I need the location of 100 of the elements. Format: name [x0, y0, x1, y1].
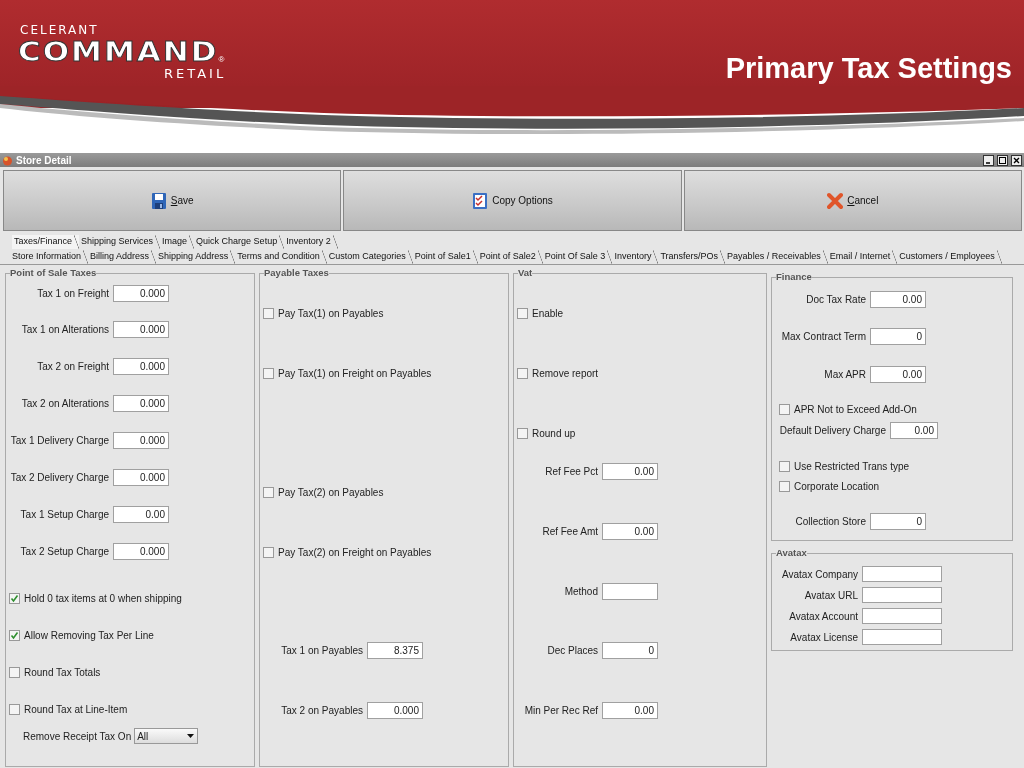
input-field[interactable]: 0.00	[602, 522, 658, 540]
checkbox[interactable]	[263, 486, 274, 498]
tab[interactable]: Point of Sale1	[412, 250, 478, 264]
checkbox[interactable]	[779, 460, 790, 472]
checkbox[interactable]	[9, 666, 20, 678]
toolbar-button[interactable]: Cancel	[683, 170, 1022, 231]
field-label: Doc Tax Rate	[805, 293, 866, 305]
checkbox[interactable]	[517, 427, 528, 439]
toolbar-button[interactable]: Save	[3, 170, 342, 231]
tab[interactable]: Store Information	[10, 250, 89, 264]
input-field[interactable]: 0.000	[113, 284, 169, 302]
input-field[interactable]: 0.00	[113, 505, 169, 523]
field-label: Tax 2 Delivery Charge	[9, 471, 109, 483]
checkbox[interactable]	[263, 307, 274, 319]
logo-text: RETAIL	[164, 67, 227, 81]
close-icon[interactable]	[1011, 154, 1022, 166]
logo-text: COMMAND	[18, 39, 219, 65]
checkbox-label: Use Restricted Trans type	[794, 460, 910, 472]
checkbox-label: Round up	[532, 427, 576, 439]
checkbox[interactable]	[9, 592, 20, 604]
field-label: Avatax License	[789, 631, 858, 643]
field-label: Max Contract Term	[780, 330, 866, 342]
window-title: Store Detail	[16, 154, 73, 166]
checkbox[interactable]	[9, 629, 20, 641]
input-field[interactable]	[862, 608, 942, 624]
field-label: Default Delivery Charge	[778, 424, 886, 436]
field-label: Tax 1 on Alterations	[20, 323, 109, 335]
logo-text: CELERANT	[20, 24, 100, 37]
field-label: Tax 1 Delivery Charge	[9, 434, 109, 446]
input-field[interactable]	[862, 587, 942, 603]
tab[interactable]: Inventory 2	[284, 235, 338, 249]
group-title: Finance	[776, 271, 812, 283]
group-title: Avatax	[776, 547, 807, 559]
cross-icon	[827, 191, 844, 210]
checkbox[interactable]	[263, 367, 274, 379]
field-label: Tax 2 on Freight	[36, 360, 109, 372]
tab[interactable]: Billing Address	[88, 250, 157, 264]
tab[interactable]: Shipping Address	[156, 250, 236, 264]
group-title: Vat	[518, 267, 533, 279]
input-field[interactable]: 0.000	[113, 320, 169, 338]
input-field[interactable]: 0.000	[113, 357, 169, 375]
field-label: Tax 2 Setup Charge	[19, 545, 109, 557]
checkbox-label: Hold 0 tax items at 0 when shipping	[24, 592, 182, 604]
checkbox-label: Round Tax at Line-Item	[24, 703, 128, 715]
field-label: Tax 1 on Freight	[36, 287, 109, 299]
tab[interactable]: Customers / Employees	[897, 250, 1002, 264]
field-label: Collection Store	[794, 515, 866, 527]
trademark-mark: ®	[218, 55, 225, 64]
field-label: Ref Fee Pct	[544, 465, 598, 477]
input-field[interactable]: 0.00	[870, 290, 926, 308]
tab[interactable]: Email / Internet	[827, 250, 898, 264]
input-field[interactable]: 0.000	[113, 542, 169, 560]
input-field[interactable]: 0.00	[602, 701, 658, 719]
tab[interactable]: Shipping Services	[79, 235, 161, 249]
input-field[interactable]	[862, 566, 942, 582]
tab[interactable]: Custom Categories	[326, 250, 413, 264]
checkbox[interactable]	[263, 546, 274, 558]
maximize-icon[interactable]	[997, 154, 1008, 166]
input-field[interactable]: 0.000	[367, 701, 423, 719]
app-icon	[2, 154, 13, 166]
input-field[interactable]: 0.00	[870, 365, 926, 383]
input-field[interactable]: 0	[602, 641, 658, 659]
checkbox[interactable]	[779, 403, 790, 415]
input-field[interactable]: 0	[870, 327, 926, 345]
checkbox[interactable]	[9, 703, 20, 715]
tab[interactable]: Image	[160, 235, 195, 249]
input-field[interactable]: 0.000	[113, 431, 169, 449]
checkbox[interactable]	[517, 307, 528, 319]
tab[interactable]: Point Of Sale 3	[542, 250, 613, 264]
input-field[interactable]: 0.000	[113, 394, 169, 412]
input-field[interactable]	[602, 582, 658, 600]
toolbar-button[interactable]: Copy Options	[343, 170, 682, 231]
tab[interactable]: Terms and Condition	[235, 250, 327, 264]
input-field[interactable]: 0.000	[113, 468, 169, 486]
field-label: Avatax Company	[781, 568, 858, 580]
input-field[interactable]: 0.00	[890, 421, 938, 439]
field-label: Method	[563, 585, 598, 597]
tab[interactable]: Payables / Receivables	[725, 250, 828, 264]
input-field[interactable]	[862, 629, 942, 645]
dropdown[interactable]: All	[134, 728, 199, 744]
checklist-icon	[472, 191, 489, 210]
checkbox-label: Pay Tax(2) on Freight on Payables	[278, 546, 432, 558]
input-field[interactable]: 8.375	[367, 641, 423, 659]
field-label: Remove Receipt Tax On	[23, 730, 132, 742]
checkbox-label: Enable	[532, 307, 564, 319]
checkbox-label: Allow Removing Tax Per Line	[24, 629, 154, 641]
tab[interactable]: Quick Charge Setup	[194, 235, 285, 249]
slide-title: Primary Tax Settings	[725, 52, 1012, 85]
checkbox[interactable]	[517, 367, 528, 379]
input-field[interactable]: 0	[870, 512, 926, 530]
input-field[interactable]: 0.00	[602, 462, 658, 480]
tab[interactable]: Inventory	[612, 250, 659, 264]
minimize-icon[interactable]	[983, 154, 994, 166]
field-label: Ref Fee Amt	[541, 525, 598, 537]
tab[interactable]: Point of Sale2	[477, 250, 543, 264]
checkbox-label: Pay Tax(1) on Payables	[278, 307, 384, 319]
checkbox[interactable]	[779, 480, 790, 492]
tab[interactable]: Taxes/Finance	[12, 235, 80, 249]
tab[interactable]: Transfers/POs	[658, 250, 726, 264]
field-label: Min Per Rec Ref	[523, 704, 598, 716]
